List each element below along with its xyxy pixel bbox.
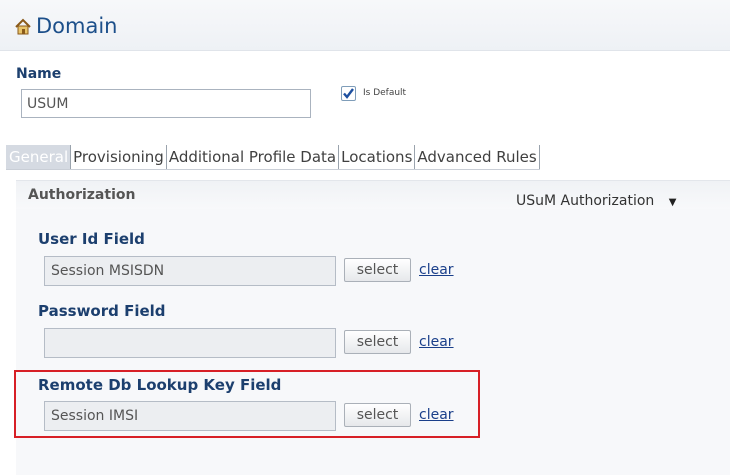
user-id-clear-link[interactable]: clear [419,262,454,278]
name-label: Name [16,66,62,82]
remote-db-lookup-key-field-input[interactable] [44,401,336,431]
tab-advanced-rules[interactable]: Advanced Rules [415,145,540,169]
checkmark-icon [343,88,354,99]
remote-db-lookup-clear-link[interactable]: clear [419,407,454,423]
authorization-header: Authorization USuM Authorization ▼ [16,181,730,209]
name-input[interactable] [21,89,311,118]
tab-locations[interactable]: Locations [339,145,416,169]
authorization-title: Authorization [28,187,136,203]
home-icon[interactable] [14,18,32,36]
user-id-select-button[interactable]: select [344,258,411,282]
remote-db-lookup-key-field-label: Remote Db Lookup Key Field [38,376,282,394]
chevron-down-icon: ▼ [668,197,677,208]
is-default-checkbox[interactable] [341,86,356,101]
user-id-field-label: User Id Field [38,230,145,248]
user-id-field-input[interactable] [44,256,336,286]
remote-db-lookup-select-button[interactable]: select [344,403,411,427]
tab-additional-profile-data[interactable]: Additional Profile Data [167,145,340,169]
password-clear-link[interactable]: clear [419,334,454,350]
authorization-dropdown[interactable]: USuM Authorization ▼ [516,193,676,209]
page-header: Domain [0,0,730,51]
tab-bar: General Provisioning Additional Profile … [6,145,540,170]
tab-general[interactable]: General [6,145,72,169]
password-field-label: Password Field [38,302,166,320]
authorization-dropdown-value: USuM Authorization [516,193,655,209]
is-default-label: Is Default [363,88,407,98]
password-select-button[interactable]: select [344,330,411,354]
page-title: Domain [36,14,118,38]
password-field-input[interactable] [44,328,336,358]
tab-provisioning[interactable]: Provisioning [71,145,167,169]
